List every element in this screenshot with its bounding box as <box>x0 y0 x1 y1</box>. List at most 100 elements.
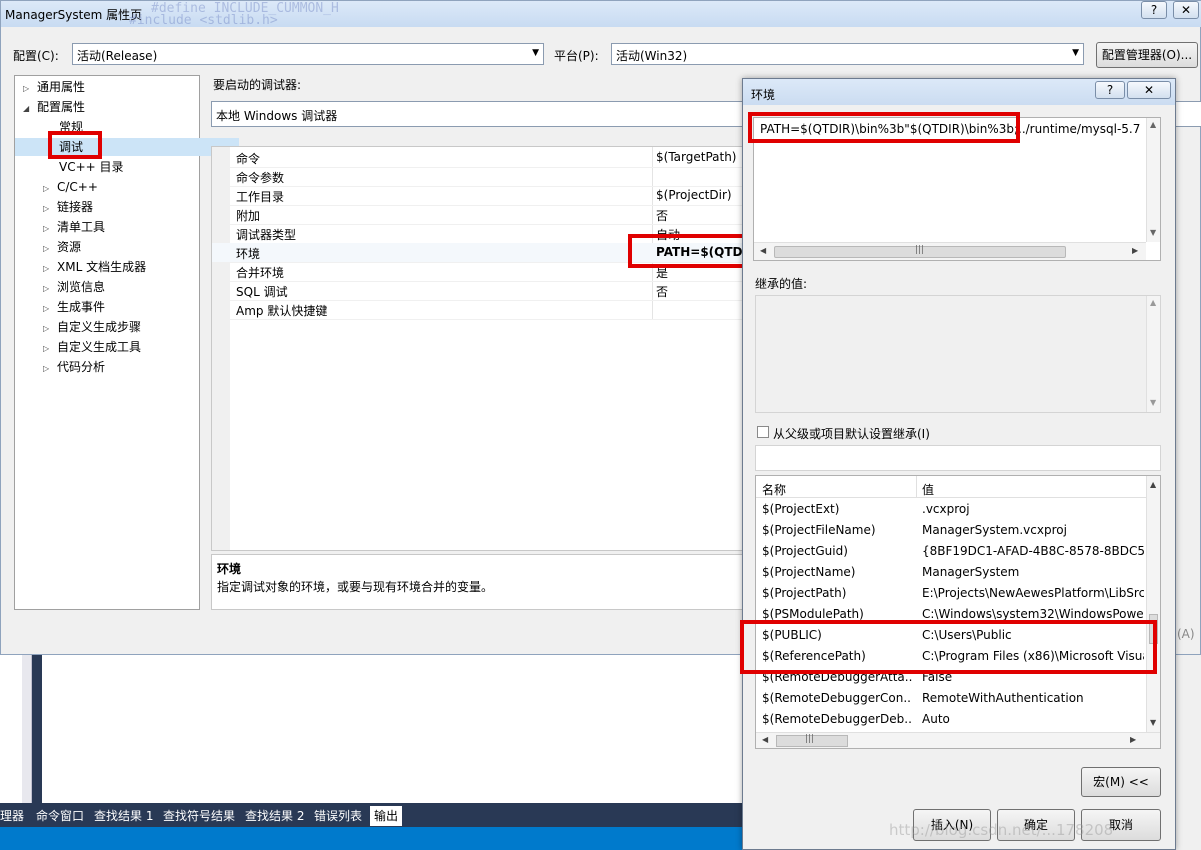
tree-item[interactable]: ▷ C/C++ <box>43 178 98 196</box>
tree-item[interactable]: ▷ 自定义生成工具 <box>43 338 141 356</box>
macro-row[interactable]: $(ProjectFileName) ManagerSystem.vcxproj <box>756 520 1146 541</box>
expand-arrow-icon[interactable]: ◢ <box>23 100 37 118</box>
scroll-left-icon[interactable]: ◀ <box>760 246 766 255</box>
macro-hscroll-thumb[interactable]: ||| <box>776 734 848 747</box>
highlight-box-debug <box>48 131 102 159</box>
inherited-scrollbar[interactable]: ▲ ▼ <box>1146 296 1160 412</box>
macro-value: ManagerSystem.vcxproj <box>922 523 1067 537</box>
property-key: 环境 <box>236 247 261 261</box>
tree-item[interactable]: ◢ 配置属性 <box>23 98 85 116</box>
dialog-title-bar: 环境 ? ✕ <box>743 79 1175 105</box>
column-divider[interactable] <box>916 476 917 498</box>
property-row[interactable]: 命令参数 <box>212 167 752 187</box>
property-key: 合并环境 <box>236 266 285 280</box>
expand-arrow-icon[interactable]: ▷ <box>43 360 57 378</box>
expand-arrow-icon[interactable]: ▷ <box>43 300 57 318</box>
property-row[interactable]: 命令 $(TargetPath) <box>212 148 752 168</box>
bottom-tab[interactable]: 查找结果 2 <box>245 806 304 826</box>
tree-item[interactable]: ▷ XML 文档生成器 <box>43 258 146 276</box>
tree-item[interactable]: ▷ 生成事件 <box>43 298 105 316</box>
col-value-header[interactable]: 值 <box>922 481 934 498</box>
macro-horizontal-scrollbar[interactable]: ◀ ||| ▶ <box>756 732 1160 748</box>
env-vertical-scrollbar[interactable]: ▲ ▼ <box>1146 118 1160 242</box>
property-key: 附加 <box>236 209 261 223</box>
env-horizontal-scrollbar[interactable]: ◀ ||| ▶ <box>754 242 1146 260</box>
scroll-up-icon[interactable]: ▲ <box>1150 480 1156 489</box>
macro-row[interactable]: $(RemoteDebuggerCon... RemoteWithAuthenti… <box>756 688 1146 709</box>
scroll-down-icon[interactable]: ▼ <box>1150 718 1156 727</box>
tree-item[interactable]: ▷ 浏览信息 <box>43 278 105 296</box>
property-row[interactable]: 附加 否 <box>212 205 752 225</box>
property-value: $(TargetPath) <box>656 150 737 164</box>
tree-item-label: 链接器 <box>57 200 94 214</box>
bottom-tab[interactable]: 查找符号结果 <box>163 806 235 826</box>
macro-toggle-button[interactable]: 宏(M) << <box>1081 767 1161 797</box>
macro-value: Auto <box>922 712 950 726</box>
env-hscroll-thumb[interactable]: ||| <box>774 245 1066 258</box>
macro-row[interactable]: $(ProjectGuid) {8BF19DC1-AFAD-4B8C-8578-8… <box>756 541 1146 562</box>
property-row[interactable]: Amp 默认快捷键 <box>212 300 752 320</box>
close-button[interactable]: ✕ <box>1173 1 1199 19</box>
help-button[interactable]: ? <box>1141 1 1167 19</box>
config-value: 活动(Release) <box>77 49 158 63</box>
macro-row[interactable]: $(ProjectPath) E:\Projects\NewAewesPlatfo… <box>756 583 1146 604</box>
property-row[interactable]: 工作目录 $(ProjectDir) <box>212 186 752 206</box>
expand-arrow-icon[interactable]: ▷ <box>43 320 57 338</box>
dialog-title: 环境 <box>751 88 776 102</box>
bottom-tab[interactable]: 命令窗口 <box>36 806 84 826</box>
property-key: 调试器类型 <box>236 228 297 242</box>
expand-arrow-icon[interactable]: ▷ <box>43 260 57 278</box>
tree-item[interactable]: ▷ 代码分析 <box>43 358 105 376</box>
scroll-up-icon[interactable]: ▲ <box>1150 298 1156 307</box>
expand-arrow-icon[interactable]: ▷ <box>43 240 57 258</box>
tree-item[interactable]: ▷ 清单工具 <box>43 218 105 236</box>
scroll-left-icon[interactable]: ◀ <box>762 735 768 744</box>
inherit-checkbox[interactable] <box>757 426 769 438</box>
bottom-tab[interactable]: 查找结果 1 <box>94 806 153 826</box>
scroll-right-icon[interactable]: ▶ <box>1132 246 1138 255</box>
description-title: 环境 <box>217 562 242 576</box>
macro-row[interactable]: $(ProjectName) ManagerSystem <box>756 562 1146 583</box>
expand-arrow-icon[interactable]: ▷ <box>23 80 37 98</box>
inherited-label: 继承的值: <box>755 277 808 291</box>
status-bar <box>0 827 742 850</box>
expand-arrow-icon[interactable]: ▷ <box>43 340 57 358</box>
bottom-tab[interactable]: 输出 <box>370 806 403 826</box>
bottom-tab[interactable]: 理器 <box>0 806 24 826</box>
tree-item[interactable]: ▷ 链接器 <box>43 198 93 216</box>
bottom-tab[interactable]: 错误列表 <box>314 806 362 826</box>
property-row[interactable]: SQL 调试 否 <box>212 281 752 301</box>
expand-arrow-icon[interactable]: ▷ <box>43 220 57 238</box>
tree-item-label: 自定义生成工具 <box>57 340 142 354</box>
tree-item[interactable]: VC++ 目录 <box>55 158 124 176</box>
dialog-help-button[interactable]: ? <box>1095 81 1125 99</box>
expand-arrow-icon[interactable]: ▷ <box>43 200 57 218</box>
macro-row[interactable]: $(RemoteDebuggerDeb... Auto <box>756 709 1146 730</box>
col-name-header[interactable]: 名称 <box>762 481 786 498</box>
scroll-up-icon[interactable]: ▲ <box>1150 120 1156 129</box>
editor-area <box>0 655 742 803</box>
macro-value: RemoteWithAuthentication <box>922 691 1084 705</box>
scroll-right-icon[interactable]: ▶ <box>1130 735 1136 744</box>
expand-arrow-icon[interactable]: ▷ <box>43 280 57 298</box>
macro-value: ManagerSystem <box>922 565 1020 579</box>
scroll-down-icon[interactable]: ▼ <box>1150 398 1156 407</box>
dialog-close-button[interactable]: ✕ <box>1127 81 1171 99</box>
tree-item[interactable]: ▷ 通用属性 <box>23 78 85 96</box>
macro-vertical-scrollbar[interactable]: ▲ ▼ <box>1146 476 1160 732</box>
config-manager-button[interactable]: 配置管理器(O)... <box>1096 42 1198 68</box>
scroll-down-icon[interactable]: ▼ <box>1150 228 1156 237</box>
macro-filter-input[interactable] <box>755 445 1161 471</box>
macro-value: .vcxproj <box>922 502 970 516</box>
macro-row[interactable]: $(ProjectExt) .vcxproj <box>756 499 1146 520</box>
config-select[interactable]: 活动(Release) ▼ <box>72 43 544 65</box>
macro-name: $(ProjectExt) <box>762 502 840 516</box>
platform-select[interactable]: 活动(Win32) ▼ <box>611 43 1084 65</box>
expand-arrow-icon[interactable]: ▷ <box>43 180 57 198</box>
tree-item[interactable]: ▷ 资源 <box>43 238 81 256</box>
chevron-down-icon: ▼ <box>532 48 539 58</box>
macro-value: {8BF19DC1-AFAD-4B8C-8578-8BDC57( <box>922 544 1144 558</box>
property-value: 否 <box>656 209 669 223</box>
chevron-down-icon: ▼ <box>1072 48 1079 58</box>
tree-item[interactable]: ▷ 自定义生成步骤 <box>43 318 141 336</box>
